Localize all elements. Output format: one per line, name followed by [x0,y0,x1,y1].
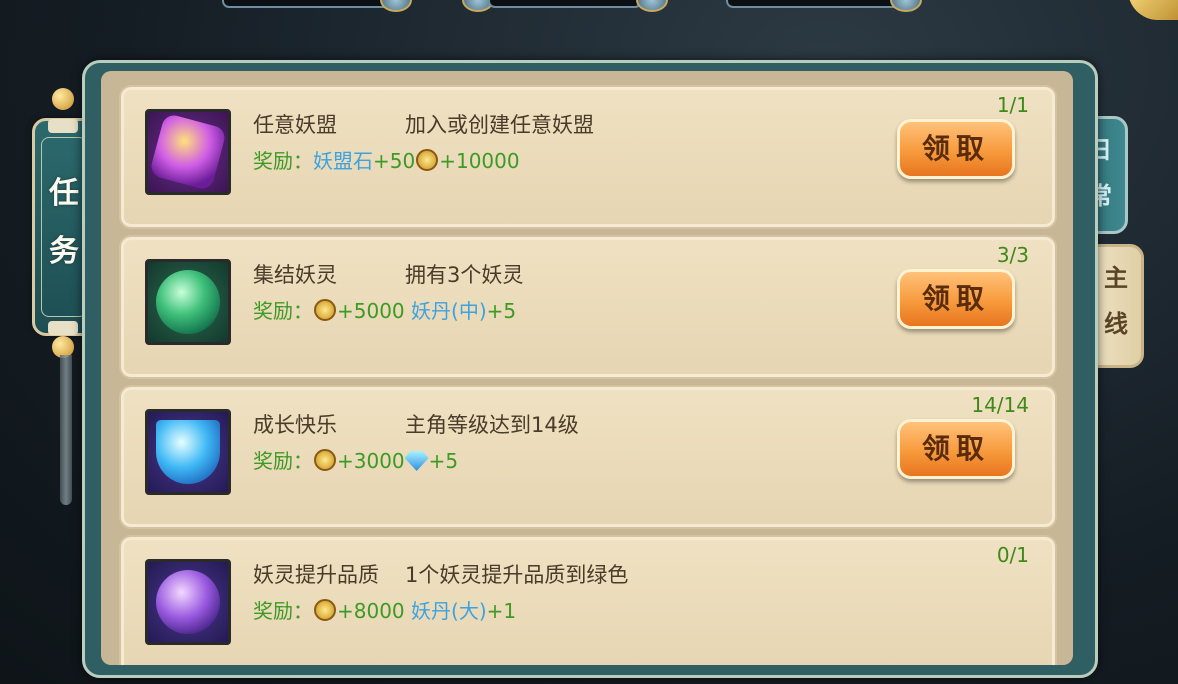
diamond-icon [404,451,429,471]
reward-label: 奖励： [253,599,313,623]
reward-item-amount: +50 [373,149,416,173]
reward-coin: +3000 [337,449,405,473]
quest-progress: 1/1 [996,93,1029,117]
quest-row: 集结妖灵 拥有3个妖灵 奖励： +5000 妖丹(中)+5 3/3 领取 [119,235,1057,379]
quest-reward-icon [145,109,231,195]
reward-item: 妖丹(中) [411,299,487,323]
quest-description: 加入或创建任意妖盟 [405,113,594,137]
tassel-ornament [60,355,72,505]
quest-row: 任意妖盟 加入或创建任意妖盟 奖励：妖盟石+50 +10000 1/1 领取 [119,85,1057,229]
quest-row: 妖灵提升品质 1个妖灵提升品质到绿色 奖励： +8000 妖丹(大)+1 0/1 [119,535,1057,665]
quest-reward: 奖励： +5000 妖丹(中)+5 [253,295,516,324]
green-orb-icon [156,270,220,334]
resource-bar [222,0,396,8]
quest-reward-icon [145,559,231,645]
side-tag-cap [48,321,78,335]
quest-description: 主角等级达到14级 [405,413,579,437]
resource-bar [726,0,900,8]
quest-reward-icon [145,259,231,345]
top-hud [0,0,1178,30]
tab-main-label: 线 [1104,310,1128,338]
yaomeng-stone-icon [148,112,228,192]
diamond-icon [156,420,220,484]
reward-coin: +8000 [337,599,405,623]
quest-name: 集结妖灵 [253,263,337,287]
quest-description: 拥有3个妖灵 [405,263,524,287]
tab-main-label: 主 [1104,264,1128,292]
reward-coin: +10000 [439,149,520,173]
quest-progress: 0/1 [996,543,1029,567]
quest-name: 任意妖盟 [253,113,337,137]
corner-ornament [1128,0,1178,20]
coin-icon [314,449,336,471]
resource-icon [890,0,922,12]
reward-label: 奖励： [253,149,313,173]
quest-panel: 任意妖盟 加入或创建任意妖盟 奖励：妖盟石+50 +10000 1/1 领取 集结… [82,60,1098,678]
reward-item: 妖盟石 [313,149,373,173]
quest-name: 成长快乐 [253,413,337,437]
coin-icon [314,299,336,321]
bead-ornament [52,88,74,110]
reward-item: 妖丹(大) [411,599,487,623]
purple-orb-icon [156,570,220,634]
quest-reward: 奖励：妖盟石+50 +10000 [253,145,520,174]
quest-row: 成长快乐 主角等级达到14级 奖励： +3000 +5 14/14 领取 [119,385,1057,529]
quest-name: 妖灵提升品质 [253,563,379,587]
reward-item-amount: +5 [486,299,517,323]
quest-reward: 奖励： +8000 妖丹(大)+1 [253,595,516,624]
coin-icon [314,599,336,621]
resource-icon [636,0,668,12]
quest-progress: 14/14 [971,393,1029,417]
quest-description: 1个妖灵提升品质到绿色 [405,563,629,587]
quest-reward: 奖励： +3000 +5 [253,445,458,474]
coin-icon [416,149,439,171]
reward-gem: +5 [428,449,459,473]
reward-label: 奖励： [253,449,313,473]
quest-progress: 3/3 [996,243,1029,267]
side-tag-cap [48,119,78,133]
reward-label: 奖励： [253,299,313,323]
claim-button[interactable]: 领取 [897,419,1015,479]
resource-icon [380,0,412,12]
claim-button[interactable]: 领取 [897,269,1015,329]
quest-reward-icon [145,409,231,495]
resource-bar [488,0,642,8]
claim-button[interactable]: 领取 [897,119,1015,179]
reward-coin: +5000 [337,299,405,323]
reward-item-amount: +1 [486,599,517,623]
quest-list[interactable]: 任意妖盟 加入或创建任意妖盟 奖励：妖盟石+50 +10000 1/1 领取 集结… [101,71,1073,665]
